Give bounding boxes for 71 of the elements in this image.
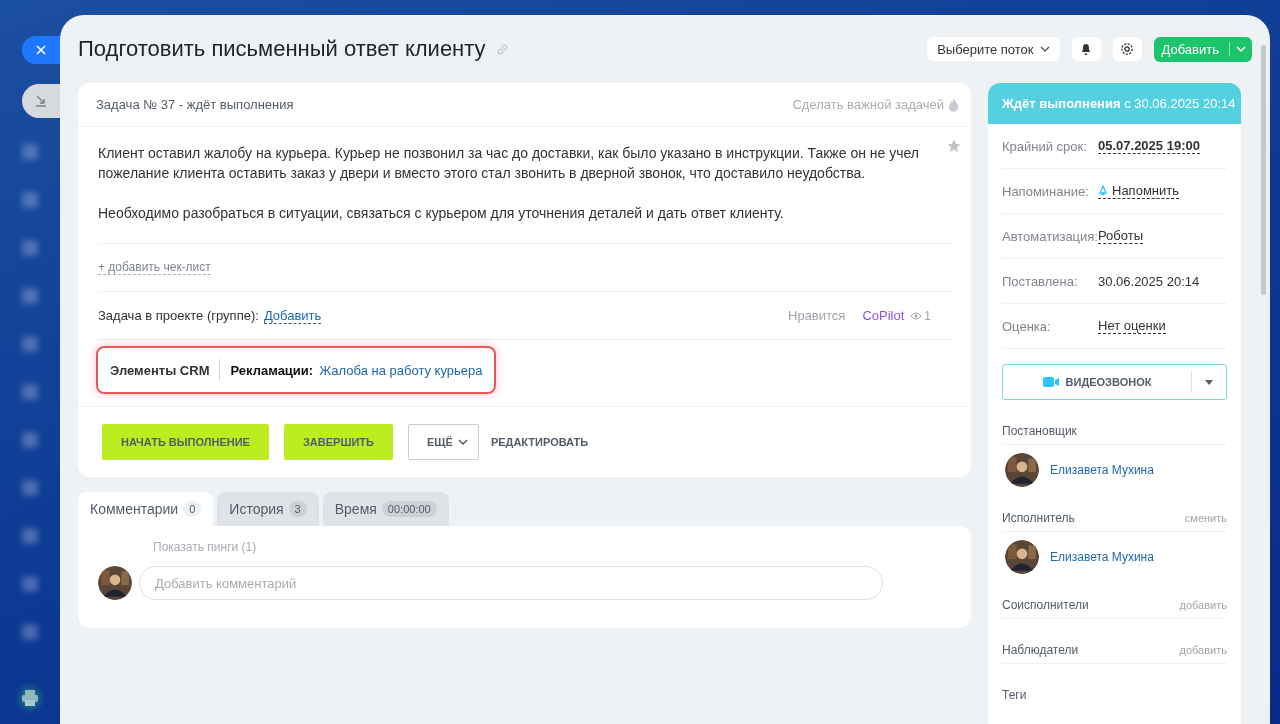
field-label: Напоминание: [1002, 183, 1090, 199]
blurred-menu-icon [22, 240, 38, 256]
field-value[interactable]: Нет оценки [1098, 318, 1166, 334]
crm-item-link[interactable]: Жалоба на работу курьера [319, 362, 483, 378]
views-count: 1 [910, 308, 931, 323]
role-title: Теги [1002, 688, 1027, 702]
add-checklist-link[interactable]: + добавить чек-лист [98, 260, 211, 275]
tab-count: 3 [288, 501, 307, 517]
field-label: Поставлена: [1002, 273, 1079, 289]
tab[interactable]: Время 00:00:00 [322, 492, 449, 526]
field-value[interactable]: Роботы [1098, 228, 1144, 244]
flow-select[interactable]: Выберите поток [927, 37, 1060, 61]
task-status-heading: Задача № 37 - ждёт выполнения [96, 97, 294, 112]
action-button[interactable]: НАЧАТЬ ВЫПОЛНЕНИЕ [102, 424, 269, 460]
settings-icon[interactable] [1112, 37, 1142, 61]
bell-icon[interactable] [1071, 37, 1101, 61]
crm-type-label: Рекламации: [230, 362, 314, 378]
field-value[interactable]: 05.07.2025 19:00 [1098, 138, 1200, 154]
blurred-menu-icon [22, 192, 38, 208]
blurred-menu-icon [22, 576, 38, 592]
status-banner: Ждёт выполнения с 30.06.2025 20:14 [988, 83, 1241, 124]
copilot-link[interactable]: CoPilot [862, 308, 905, 323]
edit-button[interactable]: РЕДАКТИРОВАТЬ [490, 424, 589, 460]
role-title: Исполнитель [1002, 511, 1075, 525]
tab-count: 0 [183, 501, 202, 517]
person-link[interactable]: Елизавета Мухина [1050, 550, 1154, 564]
close-icon [35, 44, 47, 56]
crm-label: Элементы CRM [110, 362, 210, 378]
printer-icon[interactable] [20, 688, 40, 708]
avatar [1005, 453, 1039, 487]
blurred-menu-icon [22, 144, 38, 160]
role-title: Постановщик [1002, 424, 1077, 438]
camera-icon [1042, 377, 1059, 387]
reminder-link[interactable]: Напомнить [1098, 183, 1179, 199]
field-label: Крайний срок: [1002, 138, 1088, 154]
person-link[interactable]: Елизавета Мухина [1050, 463, 1154, 477]
video-call-button[interactable]: ВИДЕОЗВОНОК [1002, 364, 1227, 400]
blurred-menu-icon [22, 384, 38, 400]
field-label: Автоматизация: [1002, 228, 1098, 244]
chevron-down-icon [457, 439, 468, 445]
more-button[interactable]: ЕЩЁ [408, 424, 479, 460]
caret-icon[interactable] [1205, 379, 1213, 385]
blurred-menu-icon [22, 624, 38, 640]
minimize-icon [35, 95, 47, 107]
project-label: Задача в проекте (группе): [98, 308, 259, 323]
minimize-button[interactable] [22, 84, 60, 118]
field-label: Оценка: [1002, 318, 1052, 334]
star-icon[interactable] [947, 139, 961, 153]
blurred-menu-icon [22, 288, 38, 304]
blurred-menu-icon [22, 528, 38, 544]
chevron-down-icon [1039, 46, 1050, 52]
tab[interactable]: История 3 [217, 492, 319, 526]
close-button[interactable] [22, 36, 60, 64]
project-add-link[interactable]: Добавить [263, 307, 322, 324]
blurred-menu-icon [22, 432, 38, 448]
tab[interactable]: Комментарии 0 [78, 492, 214, 526]
action-button[interactable]: ЗАВЕРШИТЬ [283, 424, 393, 460]
blurred-menu-icon [22, 336, 38, 352]
bell-icon [1098, 185, 1108, 196]
task-title: Подготовить письменный ответ клиенту [78, 36, 486, 62]
avatar [98, 566, 132, 600]
field-value: 30.06.2025 20:14 [1098, 273, 1200, 289]
tab-count: 00:00:00 [381, 501, 437, 517]
task-description: Необходимо разобраться в ситуации, связаться с курьером для уточнения деталей и дать ответ клиенту. [98, 204, 785, 223]
role-title: Соисполнители [1002, 598, 1089, 612]
blurred-menu-icon [22, 480, 38, 496]
comment-input[interactable]: Добавить комментарий [139, 566, 883, 600]
scrollbar[interactable] [1261, 45, 1266, 295]
task-description: Клиент оставил жалобу на курьера. Курьер не позвонил за час до доставки, как было указано в инструкции. Также он не учел пожелание клиента оставить заказ у двери и вместо этого стал звонить в дверной звонок, что доставило неудобства. [98, 144, 920, 183]
role-title: Наблюдатели [1002, 643, 1079, 657]
avatar [1005, 540, 1039, 574]
